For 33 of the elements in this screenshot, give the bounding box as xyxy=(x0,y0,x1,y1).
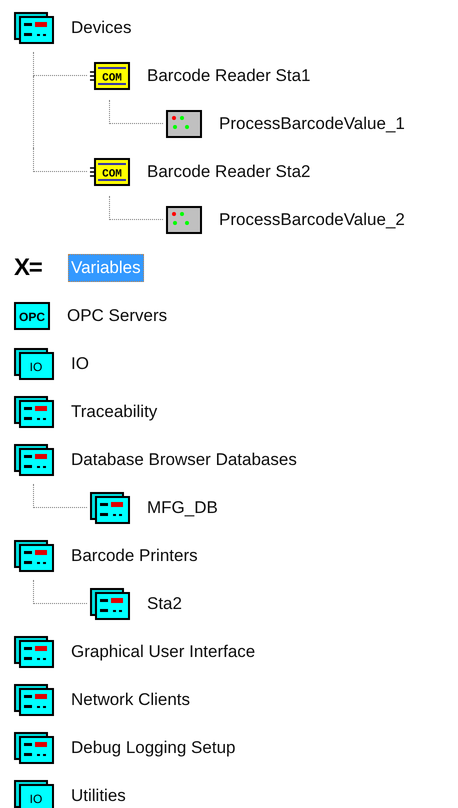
tree-item-label[interactable]: Sta2 xyxy=(144,590,185,618)
opc-icon: OPC xyxy=(14,302,50,330)
tree-item-label[interactable]: Debug Logging Setup xyxy=(68,734,238,762)
tree-line xyxy=(109,196,163,220)
panel-icon xyxy=(90,492,130,524)
tree-item-label[interactable]: Network Clients xyxy=(68,686,194,714)
tree-item-label[interactable]: Barcode Reader Sta2 xyxy=(144,158,314,186)
tree-item-label[interactable]: MFG_DB xyxy=(144,494,221,522)
tree-item-label[interactable]: OPC Servers xyxy=(64,302,170,330)
tree-item-label[interactable]: Barcode Printers xyxy=(68,542,201,570)
tree-item-label[interactable]: ProcessBarcodeValue_1 xyxy=(216,110,408,138)
tree-item-label[interactable]: Barcode Reader Sta1 xyxy=(144,62,314,90)
tree-item-label[interactable]: IO xyxy=(68,350,92,378)
dotted-card-icon xyxy=(166,110,202,138)
tree-line xyxy=(33,580,87,604)
panel-icon xyxy=(14,732,54,764)
panel-icon xyxy=(14,684,54,716)
tree-item-label[interactable]: ProcessBarcodeValue_2 xyxy=(216,206,408,234)
panel-icon xyxy=(14,396,54,428)
tree-item-label[interactable]: Database Browser Databases xyxy=(68,446,300,474)
panel-icon xyxy=(14,636,54,668)
panel-icon xyxy=(14,540,54,572)
variable-icon: X= xyxy=(14,256,54,280)
dotted-card-icon xyxy=(166,206,202,234)
tree-item-label[interactable]: Graphical User Interface xyxy=(68,638,258,666)
tree-line xyxy=(109,100,163,124)
tree-item-label[interactable]: Traceability xyxy=(68,398,160,426)
panel-icon xyxy=(90,588,130,620)
tree-line xyxy=(33,484,87,508)
tree-item-label[interactable]: Utilities xyxy=(68,782,129,808)
panel-icon xyxy=(14,444,54,476)
panel-icon xyxy=(14,12,54,44)
tree-item-label[interactable]: Devices xyxy=(68,14,134,42)
